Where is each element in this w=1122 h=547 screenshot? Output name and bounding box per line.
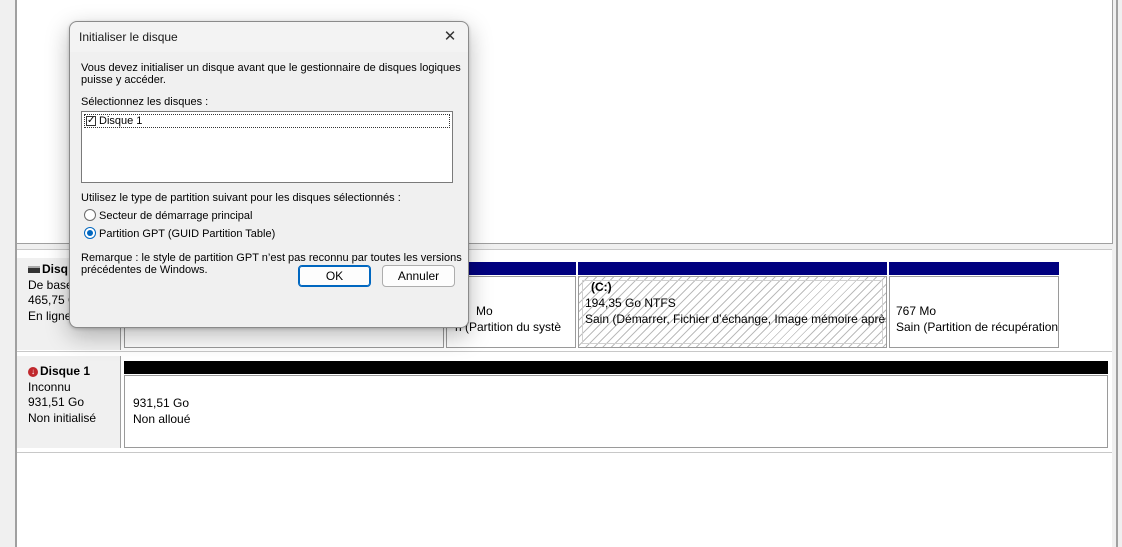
- radio-button-gpt[interactable]: [84, 227, 96, 239]
- note-line-1: Remarque : le style de partition GPT n’e…: [81, 252, 462, 264]
- disk-name: Disq: [42, 262, 69, 276]
- intro-line-2: puisse y accéder.: [81, 74, 166, 86]
- radio-gpt-label: Partition GPT (GUID Partition Table): [99, 228, 276, 240]
- disk-row-1: ↓ Disque 1 Inconnu 931,51 Go Non initiali…: [17, 356, 1112, 448]
- basic-disk-icon: [28, 266, 40, 274]
- radio-mbr-label: Secteur de démarrage principal: [99, 210, 253, 222]
- select-disks-label: Sélectionnez les disques :: [81, 96, 209, 108]
- partition-c[interactable]: (C:) 194,35 Go NTFS Sain (Démarrer, Fich…: [578, 276, 887, 348]
- radio-button-mbr[interactable]: [84, 209, 96, 221]
- partition-status: Sain (Partition de récupération: [896, 320, 1059, 334]
- disk-type: Inconnu: [28, 379, 71, 394]
- close-icon[interactable]: ✕: [436, 24, 464, 50]
- partition-style-label: Utilisez le type de partition suivant po…: [81, 192, 401, 204]
- partition-unallocated[interactable]: 931,51 Go Non alloué: [124, 375, 1108, 448]
- partition-status: n (Partition du systè: [455, 320, 562, 334]
- partition-status: Non alloué: [133, 412, 191, 426]
- partition-letter: (C:): [591, 280, 612, 294]
- disk-separator: [17, 351, 1112, 352]
- disk-list-item-label: Disque 1: [99, 115, 143, 127]
- radio-gpt[interactable]: Partition GPT (GUID Partition Table): [84, 227, 275, 241]
- disk-error-icon: ↓: [28, 366, 38, 377]
- disk-separator: [17, 452, 1112, 453]
- unallocated-bar: [124, 361, 1108, 374]
- partition-size: 931,51 Go: [133, 396, 190, 410]
- disk-list-item[interactable]: ✓ Disque 1: [84, 114, 450, 128]
- cancel-button[interactable]: Annuler: [382, 265, 455, 287]
- partition-bar: [578, 262, 887, 275]
- disk-name: Disque 1: [40, 364, 91, 378]
- disk-status: Non initialisé: [28, 410, 97, 425]
- disk-size: 931,51 Go: [28, 395, 85, 409]
- ok-button[interactable]: OK: [298, 265, 371, 287]
- partition-status: Sain (Démarrer, Fichier d’échange, Image…: [585, 312, 887, 326]
- initialize-disk-dialog: Initialiser le disque ✕ Vous devez initi…: [69, 21, 469, 328]
- dialog-title: Initialiser le disque: [79, 30, 178, 44]
- disk-listbox[interactable]: ✓ Disque 1: [81, 111, 453, 183]
- partition-size: 194,35 Go NTFS: [585, 296, 676, 310]
- partition-bar: [889, 262, 1059, 275]
- dialog-intro: Vous devez initialiser un disque avant q…: [81, 62, 461, 86]
- disk-1-label[interactable]: ↓ Disque 1 Inconnu 931,51 Go Non initiali…: [17, 356, 121, 448]
- partition-size: 767 Mo: [896, 304, 937, 318]
- radio-mbr[interactable]: Secteur de démarrage principal: [84, 209, 252, 223]
- partition-recovery[interactable]: 767 Mo Sain (Partition de récupération: [889, 276, 1059, 348]
- partition-size: Mo: [476, 304, 493, 318]
- intro-line-1: Vous devez initialiser un disque avant q…: [81, 62, 461, 74]
- disk-checkbox[interactable]: ✓: [86, 116, 96, 126]
